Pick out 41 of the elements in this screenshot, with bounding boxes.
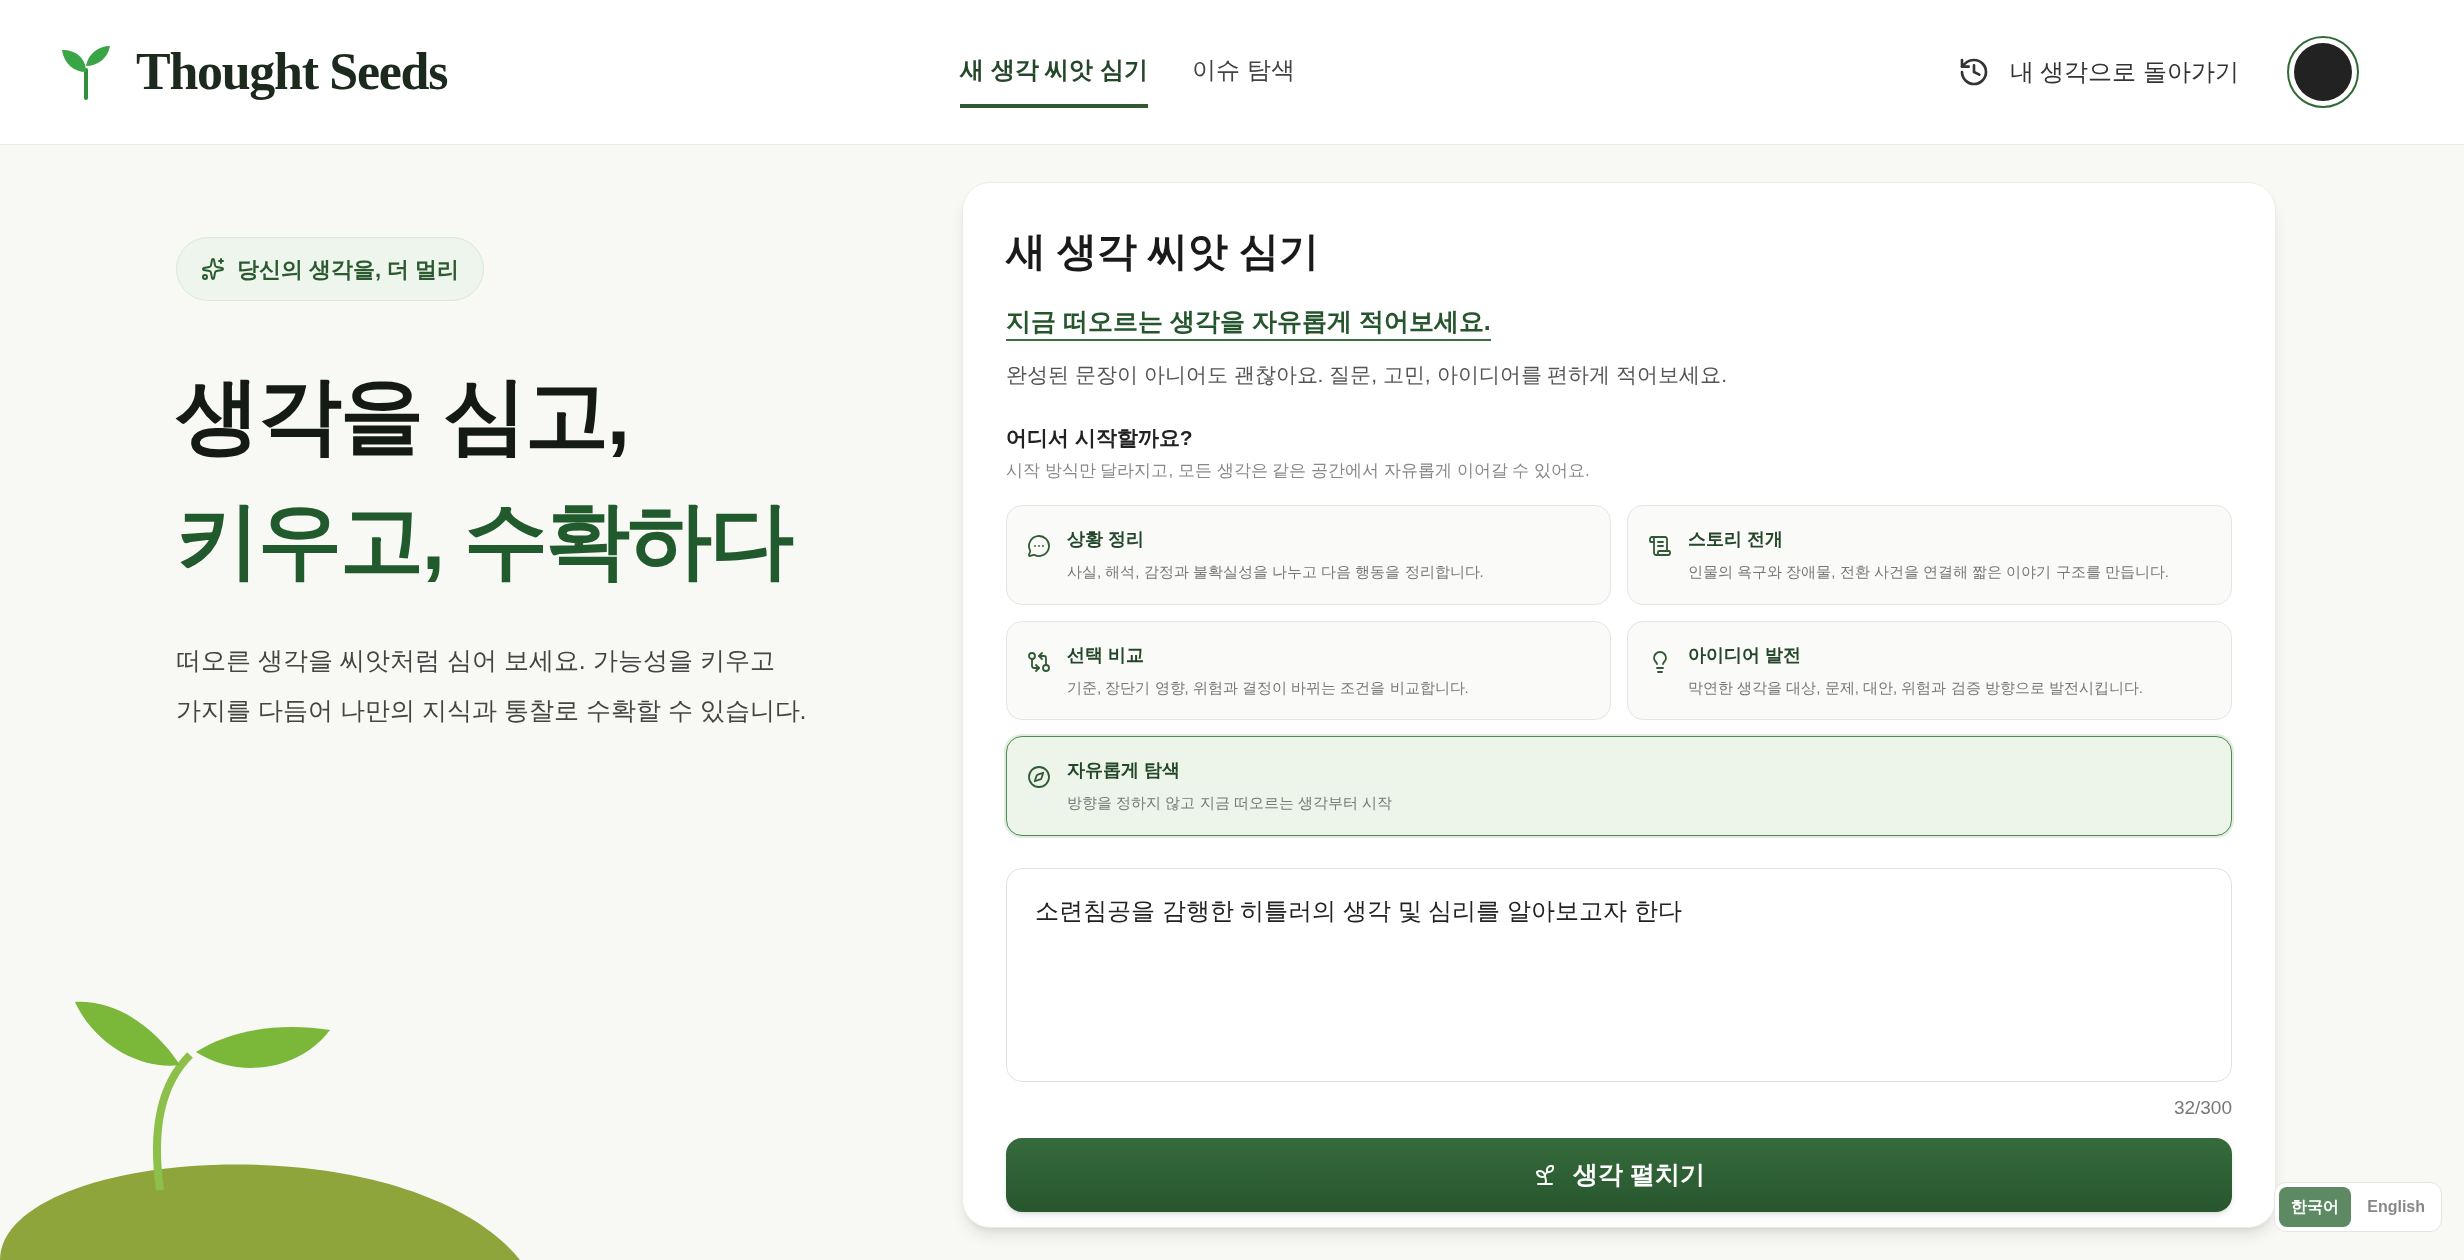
sprout-icon: [1533, 1163, 1557, 1187]
nav-tab[interactable]: 이슈 탐색: [1192, 36, 1295, 108]
nav-tab[interactable]: 새 생각 씨앗 심기: [960, 36, 1148, 108]
option-description: 인물의 욕구와 장애물, 전환 사건을 연결해 짧은 이야기 구조를 만듭니다.: [1688, 562, 2169, 582]
prompt-text: 지금 떠오르는 생각을 자유롭게 적어보세요.: [1006, 307, 1491, 341]
hint-text: 완성된 문장이 아니어도 괜찮아요. 질문, 고민, 아이디어를 편하게 적어보세요.: [1006, 361, 1728, 388]
hero-description: 떠오른 생각을 씨앗처럼 심어 보세요. 가능성을 키우고 가지를 다듬어 나만의 지식과 통찰로 수확할 수 있습니다.: [176, 645, 808, 727]
option-title: 자유롭게 탐색: [1067, 759, 1181, 782]
chat-bubble-icon: [1027, 534, 1051, 558]
thought-input[interactable]: 소련침공을 감행한 히틀러의 생각 및 심리를 알아보고자 한다: [1006, 867, 2232, 1082]
headline: 생각을 심고,: [176, 367, 629, 464]
tagline-badge: 당신의 생각을, 더 멀리: [176, 237, 485, 301]
compass-icon: [1027, 765, 1051, 789]
start-label: 어디서 시작할까요?: [1006, 425, 1194, 451]
start-option[interactable]: 자유롭게 탐색 방향을 정하지 않고 지금 떠오르는 생각부터 시작: [1006, 736, 2232, 836]
start-option[interactable]: 상황 정리 사실, 해석, 감정과 불확실성을 나누고 다음 행동을 정리합니다.: [1006, 505, 1611, 605]
headline: 키우고, 수확하다: [176, 492, 794, 590]
character-counter: 32/300: [2173, 1095, 2232, 1120]
option-description: 막연한 생각을 대상, 문제, 대안, 위험과 검증 방향으로 발전시킵니다.: [1688, 677, 2143, 698]
compare-arrows-icon: [1027, 649, 1051, 674]
avatar[interactable]: [2287, 36, 2359, 108]
language-option[interactable]: 한국어: [2279, 1187, 2352, 1227]
option-title: 선택 비교: [1067, 643, 1145, 667]
sparkle-icon: [201, 257, 225, 281]
logo-text: Thought Seeds: [136, 42, 448, 102]
start-option[interactable]: 선택 비교 기준, 장단기 영향, 위험과 결정이 바뀌는 조건을 비교합니다.: [1006, 620, 1611, 720]
option-title: 스토리 전개: [1688, 528, 1784, 551]
option-description: 사실, 해석, 감정과 불확실성을 나누고 다음 행동을 정리합니다.: [1067, 562, 1484, 582]
start-option[interactable]: 아이디어 발전 막연한 생각을 대상, 문제, 대안, 위험과 검증 방향으로 발전시킵니다.: [1627, 620, 2232, 720]
option-title: 아이디어 발전: [1688, 643, 1802, 667]
option-title: 상황 정리: [1067, 528, 1145, 551]
option-description: 방향을 정하지 않고 지금 떠오르는 생각부터 시작: [1067, 793, 1392, 813]
option-description: 기준, 장단기 영향, 위험과 결정이 바뀌는 조건을 비교합니다.: [1067, 677, 1469, 698]
back-link[interactable]: 내 생각으로 돌아가기: [1957, 54, 2239, 90]
sprout-logo-icon: [60, 44, 112, 100]
scroll-icon: [1648, 534, 1672, 558]
start-hint: 시작 방식만 달라지고, 모든 생각은 같은 공간에서 자유롭게 이어갈 수 있어요.: [1006, 459, 1591, 482]
submit-button[interactable]: 생각 펼치기: [1006, 1138, 2232, 1212]
form-title: 새 생각 씨앗 심기: [1006, 228, 1321, 275]
start-option[interactable]: 스토리 전개 인물의 욕구와 장애물, 전환 사건을 연결해 짧은 이야기 구조를 만듭니다.: [1627, 505, 2232, 605]
language-option[interactable]: English: [2355, 1187, 2437, 1227]
